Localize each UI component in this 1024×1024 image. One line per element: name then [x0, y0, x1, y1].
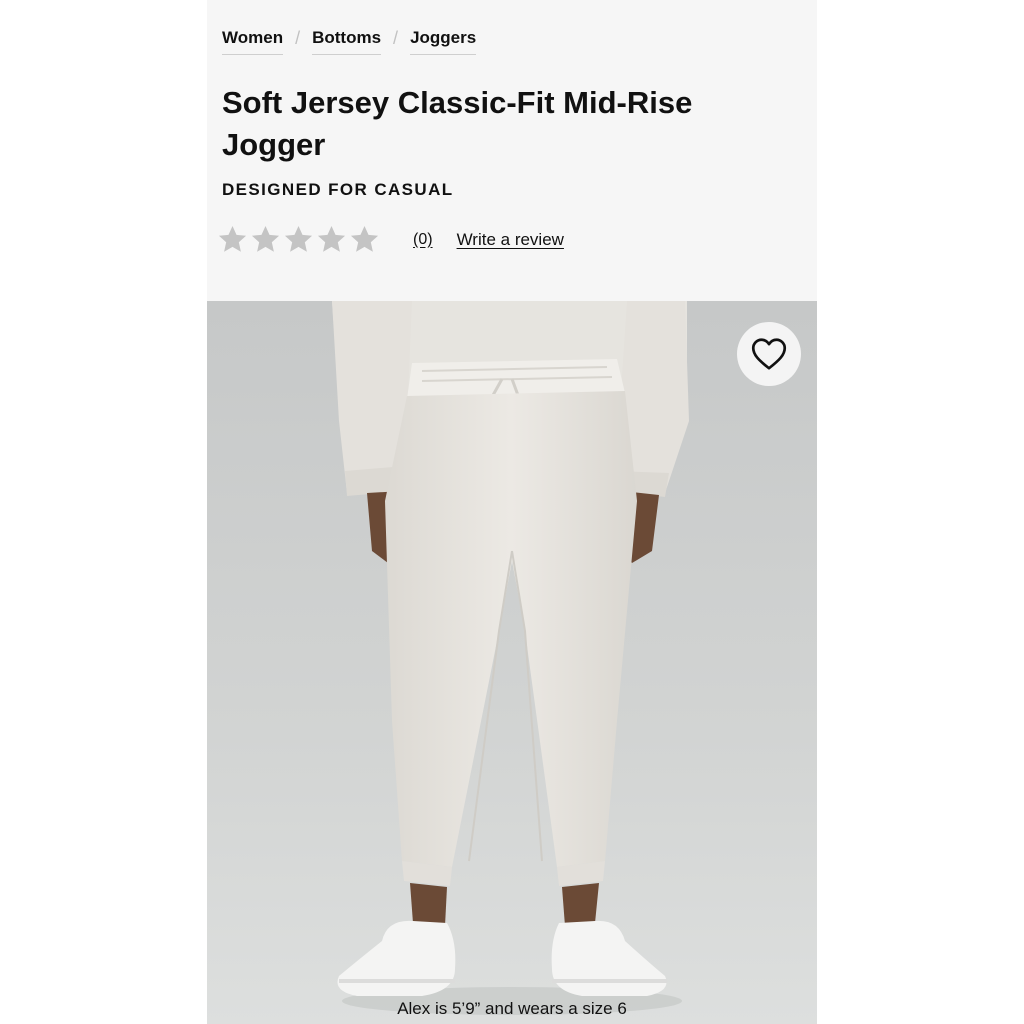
review-count-link[interactable]: (0) — [413, 231, 433, 249]
breadcrumb-joggers[interactable]: Joggers — [410, 28, 477, 55]
breadcrumb: Women / Bottoms / Joggers — [222, 28, 477, 55]
write-review-link[interactable]: Write a review — [457, 230, 564, 250]
star-icon — [317, 225, 346, 252]
product-subtitle: DESIGNED FOR CASUAL — [222, 180, 454, 199]
star-icon — [251, 225, 280, 252]
star-icon — [218, 225, 247, 252]
breadcrumb-women[interactable]: Women — [222, 28, 284, 55]
star-icon — [284, 225, 313, 252]
product-title: Soft Jersey Classic-Fit Mid-Rise Jogger — [222, 85, 693, 162]
product-image[interactable] — [207, 301, 817, 1024]
heart-icon — [751, 338, 787, 370]
model-size-caption: Alex is 5’9” and wears a size 6 — [397, 999, 627, 1018]
product-photo — [207, 301, 817, 1024]
breadcrumb-separator: / — [295, 28, 301, 48]
star-icon — [350, 225, 379, 252]
star-rating[interactable] — [217, 224, 380, 255]
product-page: Women / Bottoms / Joggers Soft Jersey Cl… — [207, 0, 817, 1024]
wishlist-button[interactable] — [737, 322, 801, 386]
rating-row: (0) Write a review — [217, 224, 564, 255]
breadcrumb-separator: / — [393, 28, 399, 48]
breadcrumb-bottoms[interactable]: Bottoms — [312, 28, 382, 55]
